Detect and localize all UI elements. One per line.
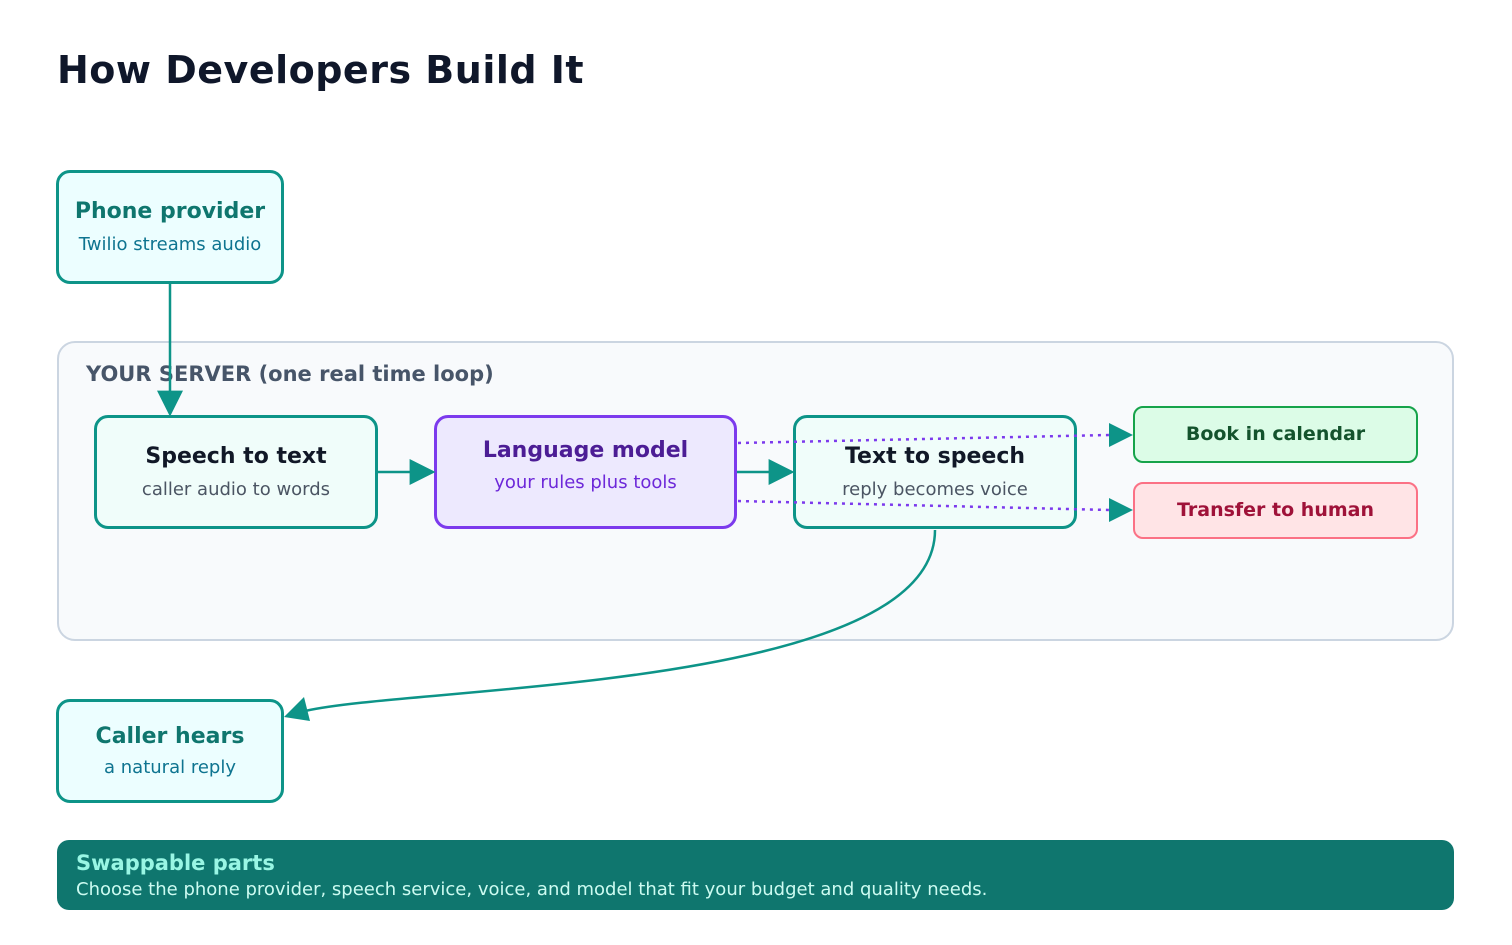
caller-hears-subtitle: a natural reply — [104, 756, 236, 778]
phone-provider-node: Phone provider Twilio streams audio — [56, 170, 284, 284]
caller-hears-node: Caller hears a natural reply — [56, 699, 284, 803]
page-title: How Developers Build It — [57, 48, 585, 92]
footer-text: Choose the phone provider, speech servic… — [76, 879, 988, 901]
book-calendar-title: Book in calendar — [1185, 423, 1366, 446]
phone-provider-title: Phone provider — [74, 198, 266, 224]
book-calendar-node: Book in calendar — [1133, 406, 1418, 463]
phone-provider-subtitle: Twilio streams audio — [78, 233, 262, 255]
text-to-speech-node: Text to speech reply becomes voice — [793, 415, 1077, 529]
language-model-title: Language model — [482, 438, 689, 463]
footer-banner: Swappable parts Choose the phone provide… — [57, 840, 1454, 910]
transfer-human-node: Transfer to human — [1133, 482, 1418, 539]
text-to-speech-title: Text to speech — [844, 443, 1026, 469]
language-model-subtitle: your rules plus tools — [494, 472, 677, 494]
speech-to-text-subtitle: caller audio to words — [141, 478, 331, 500]
transfer-human-title: Transfer to human — [1177, 499, 1374, 522]
text-to-speech-subtitle: reply becomes voice — [842, 478, 1028, 500]
footer-title: Swappable parts — [76, 851, 275, 875]
server-label: YOUR SERVER (one real time loop) — [86, 362, 494, 386]
speech-to-text-node: Speech to text caller audio to words — [94, 415, 378, 529]
arrow-tts-to-caller-head — [284, 697, 310, 721]
language-model-node: Language model your rules plus tools — [434, 415, 737, 529]
caller-hears-title: Caller hears — [95, 723, 245, 749]
speech-to-text-title: Speech to text — [145, 443, 327, 469]
